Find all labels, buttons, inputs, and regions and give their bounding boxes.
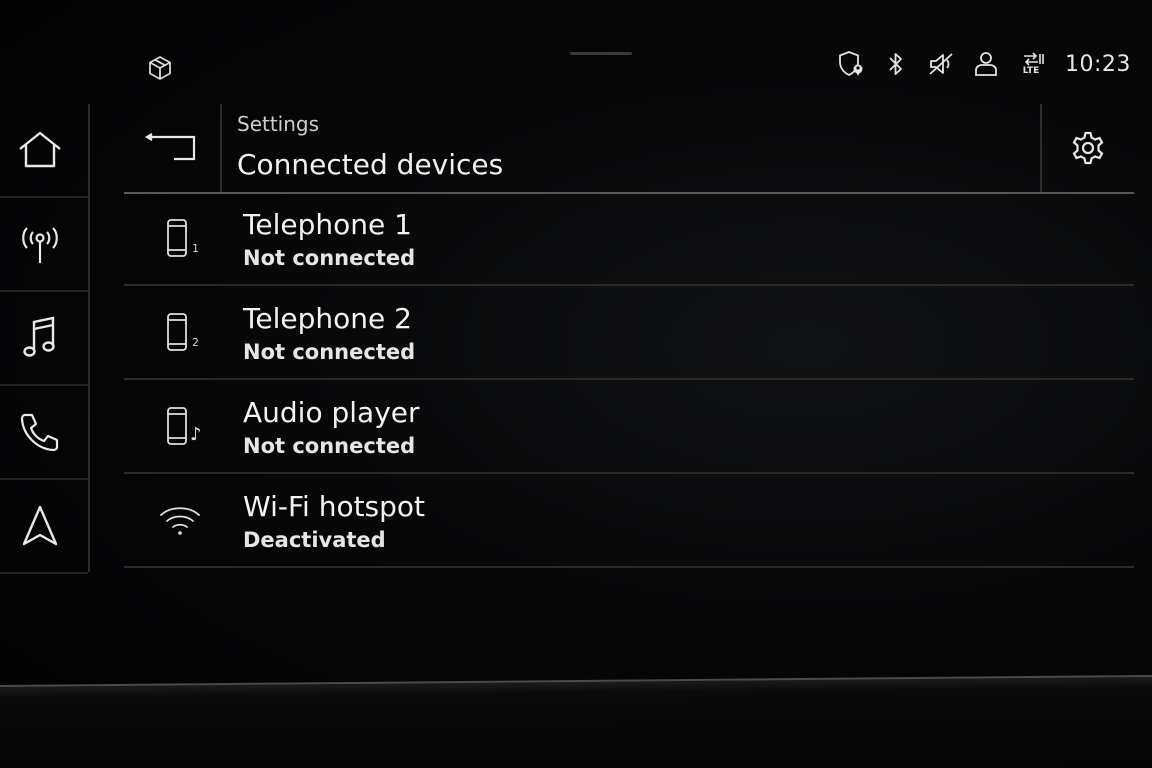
page-title: Connected devices [237,148,504,181]
side-navigation [0,104,90,574]
rail-item-media[interactable] [0,292,88,386]
device-status: Not connected [243,340,416,364]
rail-item-phone[interactable] [0,386,88,480]
list-item-telephone-2[interactable]: 2 Telephone 2 Not connected [124,286,1134,380]
device-badge: 1 [192,242,199,255]
rail-item-navigation[interactable] [0,480,88,574]
device-badge: 2 [192,336,199,349]
connected-devices-list: 1 Telephone 1 Not connected 2 Telephone … [124,192,1134,568]
breadcrumb: Settings [237,112,320,136]
list-item-telephone-1[interactable]: 1 Telephone 1 Not connected [124,192,1134,286]
device-badge: ♪ [190,424,202,445]
lte-icon[interactable]: LTE [1016,49,1046,79]
drag-handle[interactable] [570,52,632,55]
wifi-icon [152,496,208,546]
back-arrow-icon [144,133,196,161]
device-status: Not connected [243,434,416,458]
lte-label: LTE [1022,66,1040,76]
home-icon [19,131,61,168]
user-icon[interactable] [971,49,1001,79]
device-title: Telephone 2 [243,302,412,335]
rail-item-radio[interactable] [0,198,88,292]
cube-icon[interactable] [146,54,174,82]
phone-device-icon: 2 [152,308,208,358]
audio-player-icon: ♪ [152,402,208,452]
device-title: Wi-Fi hotspot [243,490,426,523]
device-title: Telephone 1 [243,208,412,241]
device-status: Deactivated [243,528,386,552]
status-bar: LTE 10:23 [836,46,1131,82]
settings-button[interactable] [1040,104,1134,192]
screen-bezel [0,674,1152,768]
phone-icon [20,413,59,452]
bluetooth-icon[interactable] [881,49,911,79]
list-item-audio-player[interactable]: ♪ Audio player Not connected [124,380,1134,474]
page-header: Settings Connected devices [124,104,1134,194]
rail-item-home[interactable] [0,104,88,198]
device-title: Audio player [243,396,420,429]
device-status: Not connected [243,246,416,270]
radio-antenna-icon [22,227,58,263]
phone-device-icon: 1 [152,214,208,264]
back-button[interactable] [124,104,222,192]
privacy-shield-icon[interactable] [836,49,866,79]
clock: 10:23 [1065,51,1131,77]
music-note-icon [23,316,55,357]
gear-icon [1072,131,1104,165]
mute-icon[interactable] [926,49,956,79]
navigation-arrow-icon [22,505,58,546]
infotainment-screen: LTE 10:23 Settings Connected devices 1 T… [0,0,1152,768]
list-item-wifi-hotspot[interactable]: Wi-Fi hotspot Deactivated [124,474,1134,568]
